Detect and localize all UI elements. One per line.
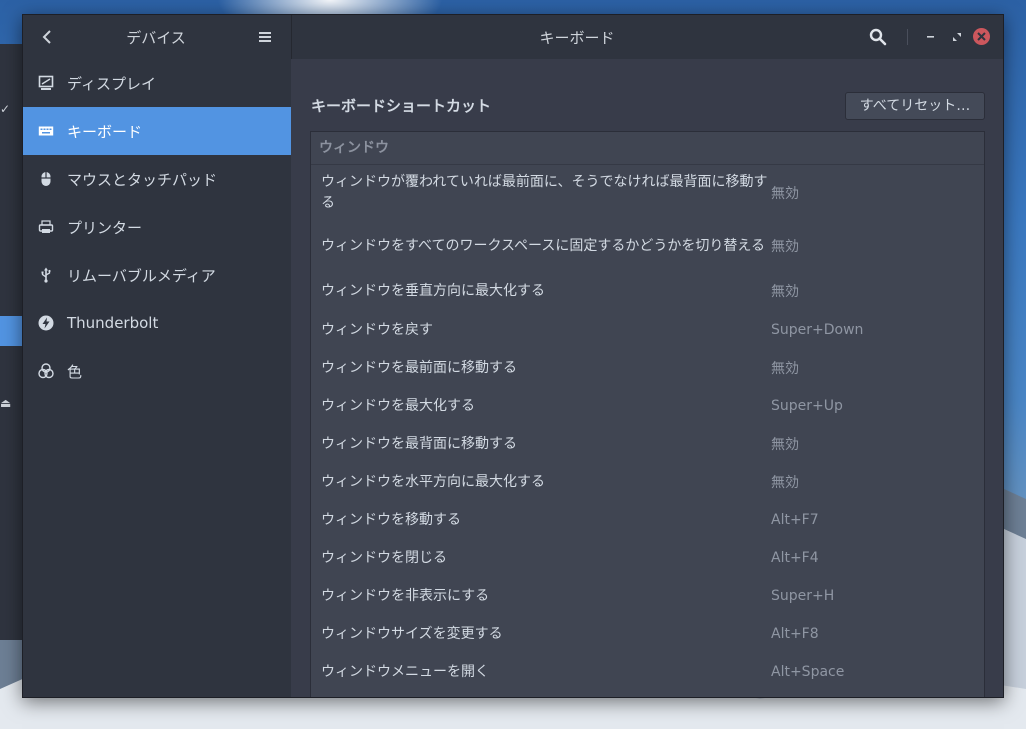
shortcut-accel: Alt+F7 xyxy=(771,512,819,528)
sidebar-header: デバイス xyxy=(23,15,292,59)
shortcut-name: ウィンドウを最大化する xyxy=(321,397,475,414)
shortcut-row[interactable]: ウィンドウを非表示にする Super+H xyxy=(311,577,984,615)
printer-icon xyxy=(37,218,55,236)
chevron-left-icon xyxy=(42,30,51,44)
shortcut-row[interactable]: ウィンドウを閉じる Alt+F4 xyxy=(311,539,984,577)
sidebar-item-printers[interactable]: プリンター xyxy=(23,203,291,251)
shortcut-accel: 無効 xyxy=(771,361,799,377)
shortcut-row[interactable]: ウィンドウを最背面に移動する 無効 xyxy=(311,425,984,463)
reset-all-button[interactable]: すべてリセット… xyxy=(845,92,985,120)
shortcut-name: ウィンドウを垂直方向に最大化する xyxy=(321,282,545,299)
main-content: キーボードショートカット すべてリセット… ウィンドウ ウィンドウが覆われていれ… xyxy=(291,59,1003,697)
back-button[interactable] xyxy=(37,25,57,49)
shortcut-accel: Super+Up xyxy=(771,398,843,414)
page-title: キーボード xyxy=(539,29,615,47)
keyboard-icon xyxy=(37,122,55,140)
shortcut-row[interactable]: ウィンドウを垂直方向に最大化する 無効 xyxy=(311,271,984,311)
close-button[interactable] xyxy=(973,28,990,45)
display-icon xyxy=(37,74,55,92)
section-title: キーボードショートカット xyxy=(311,97,492,115)
shortcut-row[interactable]: ウィンドウをすべてのワークスペースに固定するかどうかを切り替える 無効 xyxy=(311,221,984,271)
titlebar: デバイス キーボード xyxy=(23,15,1003,60)
shortcut-accel: 無効 xyxy=(771,186,799,202)
shortcut-list: ウィンドウ ウィンドウが覆われていれば最前面に、そうでなければ最背面に移動する … xyxy=(310,131,985,697)
shortcut-row[interactable]: ウィンドウが覆われていれば最前面に、そうでなければ最背面に移動する 無効 xyxy=(311,165,984,221)
hamburger-icon xyxy=(259,32,271,42)
maximize-button[interactable] xyxy=(947,25,967,49)
shortcut-name: ウィンドウを閉じる xyxy=(321,549,447,566)
sidebar-title: デバイス xyxy=(126,29,186,47)
titlebar-separator xyxy=(907,29,908,45)
shortcut-row[interactable]: ウィンドウサイズを変更する Alt+F8 xyxy=(311,615,984,653)
shortcut-name: ウィンドウサイズを変更する xyxy=(321,625,503,642)
shortcut-name: ウィンドウを非表示にする xyxy=(321,587,490,604)
minimize-icon xyxy=(927,36,934,38)
shortcut-accel: Alt+F4 xyxy=(771,550,819,566)
sidebar-item-color[interactable]: 色 xyxy=(23,347,291,395)
shortcut-name: ウィンドウを水平方向に最大化する xyxy=(321,473,545,490)
sidebar-item-thunderbolt[interactable]: Thunderbolt xyxy=(23,299,291,347)
shortcut-row[interactable]: ウィンドウを水平方向に最大化する 無効 xyxy=(311,463,984,501)
usb-icon xyxy=(37,266,55,284)
shortcut-accel: 無効 xyxy=(771,284,799,300)
shortcut-accel: Alt+F8 xyxy=(771,626,819,642)
color-icon xyxy=(37,362,55,380)
shortcut-name: ウィンドウが覆われていれば最前面に、そうでなければ最背面に移動する xyxy=(321,174,768,211)
shortcut-name: ウィンドウを最背面に移動する xyxy=(321,435,517,452)
shortcut-name: ウィンドウをすべてのワークスペースに固定するかどうかを切り替える xyxy=(321,237,765,254)
sidebar: ディスプレイ キーボード マウスとタッチパッド プリンター リムーバブルメディア xyxy=(23,59,292,697)
shortcut-row[interactable]: ウィンドウメニューを開く Alt+Space xyxy=(311,653,984,691)
mouse-icon xyxy=(37,170,55,188)
sidebar-item-label: Thunderbolt xyxy=(67,314,159,332)
sidebar-item-mouse-touchpad[interactable]: マウスとタッチパッド xyxy=(23,155,291,203)
sidebar-item-keyboard[interactable]: キーボード xyxy=(23,107,291,155)
window-controls xyxy=(863,15,993,59)
check-icon: ✓ xyxy=(0,102,11,116)
group-header: ウィンドウ xyxy=(311,132,984,165)
shortcut-row[interactable]: ウィンドウを最大化する Super+Up xyxy=(311,387,984,425)
sidebar-item-label: マウスとタッチパッド xyxy=(67,170,218,189)
shortcut-accel: 無効 xyxy=(771,239,799,255)
shortcut-row[interactable]: ウィンドウを移動する Alt+F7 xyxy=(311,501,984,539)
close-icon xyxy=(977,32,986,41)
sidebar-item-label: キーボード xyxy=(67,122,143,141)
shortcut-name: ウィンドウを最前面に移動する xyxy=(321,359,517,376)
sidebar-item-label: ディスプレイ xyxy=(67,74,156,93)
shortcut-name: ウィンドウを戻す xyxy=(321,321,433,338)
shortcut-accel: Super+Down xyxy=(771,322,864,338)
sidebar-item-label: プリンター xyxy=(67,218,143,237)
sidebar-item-label: 色 xyxy=(67,362,83,381)
menu-button[interactable] xyxy=(255,25,275,49)
sidebar-item-label: リムーバブルメディア xyxy=(67,266,216,285)
thunderbolt-icon xyxy=(37,314,55,332)
shortcut-accel: 無効 xyxy=(771,475,799,491)
search-button[interactable] xyxy=(869,25,893,49)
shortcut-accel: Alt+Space xyxy=(771,664,845,680)
shortcut-row[interactable]: ウィンドウを最前面に移動する 無効 xyxy=(311,349,984,387)
background-selection xyxy=(0,316,22,346)
sidebar-item-display[interactable]: ディスプレイ xyxy=(23,59,291,107)
sidebar-item-removable-media[interactable]: リムーバブルメディア xyxy=(23,251,291,299)
maximize-icon xyxy=(953,33,961,41)
shortcut-name: ウィンドウを移動する xyxy=(321,511,461,528)
settings-window: デバイス キーボード ディスプレイ キーボード マウスとタッチパッド プリンター… xyxy=(22,14,1004,698)
shortcut-name: ウィンドウメニューを開く xyxy=(321,663,489,680)
minimize-button[interactable] xyxy=(921,25,941,49)
eject-icon: ⏏ xyxy=(0,396,12,410)
search-icon xyxy=(869,28,887,46)
shortcut-accel: Super+H xyxy=(771,588,835,604)
shortcut-accel: 無効 xyxy=(771,437,799,453)
shortcut-row[interactable]: ウィンドウを戻す Super+Down xyxy=(311,311,984,349)
